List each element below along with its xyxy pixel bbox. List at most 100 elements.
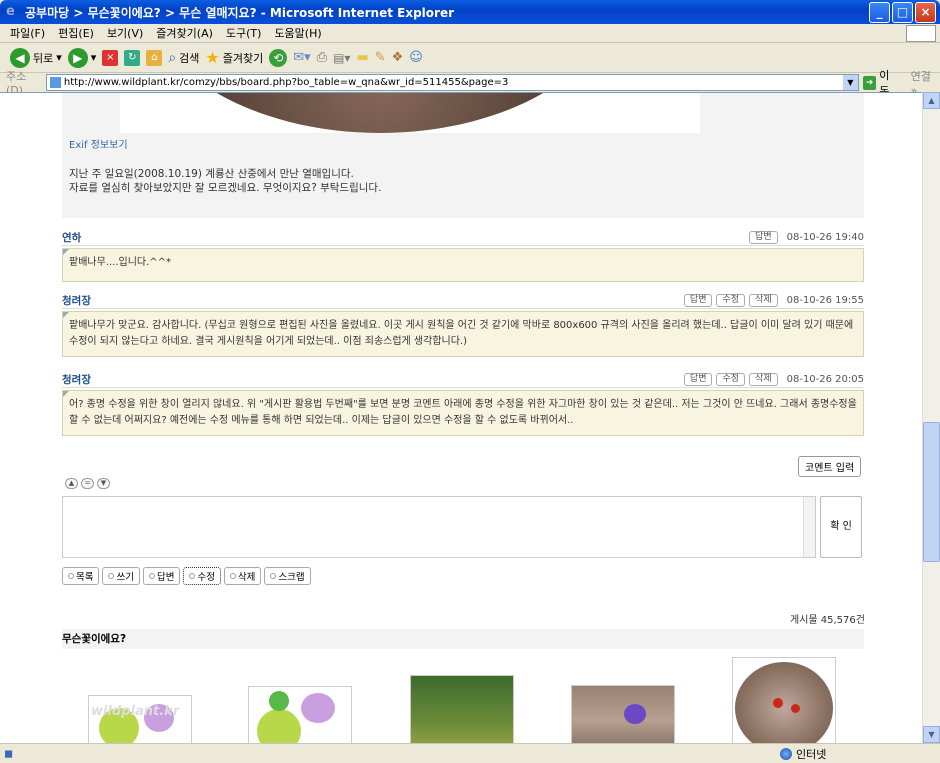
globe-icon	[780, 748, 792, 760]
window-title-bar: e 공부마당 > 무슨꽃이에요? > 무슨 열매지요? - Microsoft …	[0, 0, 940, 24]
edit-post-button[interactable]: 수정	[183, 567, 221, 585]
page-icon	[49, 77, 61, 88]
post-text: 지난 주 일요일(2008.10.19) 계룡산 산중에서 만난 열매입니다. …	[69, 167, 381, 195]
security-zone: 인터넷	[780, 746, 826, 762]
delete-button[interactable]: 삭제	[749, 294, 778, 307]
comment-author[interactable]: 연하	[62, 230, 81, 245]
page-status-icon: ◼	[4, 747, 14, 760]
page-scrollbar[interactable]: ▲ ▼	[922, 92, 940, 743]
minimize-button[interactable]: _	[869, 2, 890, 23]
address-input[interactable]: http://www.wildplant.kr/comzy/bbs/board.…	[45, 74, 859, 91]
go-arrow-icon: ➜	[862, 75, 877, 90]
home-icon[interactable]: ⌂	[146, 49, 163, 66]
post-line-2: 자료를 열심히 찾아보았지만 잘 모르겠네요. 무엇이지요? 부탁드립니다.	[69, 182, 382, 194]
textarea-scrollbar[interactable]	[803, 497, 815, 557]
comment-date: 08-10-26 19:40	[786, 232, 864, 243]
edit-button[interactable]: 수정	[716, 294, 746, 307]
search-icon: ⌕	[168, 49, 177, 66]
toolbar: ◀ 뒤로 ▾ ▶ ▾ × ↻ ⌂ ⌕ 검색 ★ 즐겨찾기 ⟲ ✉▾ ⎙ ▤▾ ▬…	[0, 43, 940, 73]
reply-button[interactable]: 답변	[749, 231, 778, 244]
folder-icon[interactable]: ▬	[356, 50, 368, 65]
search-button[interactable]: ⌕ 검색	[168, 50, 199, 66]
menu-file[interactable]: 파일(F)	[10, 25, 45, 41]
delete-button[interactable]: 삭제	[749, 373, 778, 386]
bullet-icon	[108, 573, 115, 579]
expand-icon[interactable]: ▼	[97, 478, 110, 489]
ie-icon: e	[6, 4, 15, 19]
comment-2: 청려장 답변 수정 삭제 08-10-26 19:55 팥배나무가 맞군요. 감…	[62, 293, 864, 357]
address-dropdown-icon[interactable]: ▼	[842, 75, 858, 90]
thumbnail-watermark: wildplant.kr	[91, 704, 180, 719]
research-icon[interactable]: ✎	[375, 50, 386, 65]
refresh-icon[interactable]: ↻	[124, 49, 141, 66]
bullet-icon	[148, 573, 155, 579]
delete-post-button[interactable]: 삭제	[223, 567, 262, 585]
maximize-button[interactable]: □	[892, 2, 913, 23]
mail-icon[interactable]: ✉▾	[293, 50, 310, 65]
reply-post-button[interactable]: 답변	[142, 567, 181, 585]
scroll-thumb[interactable]	[923, 422, 940, 562]
action-buttons: 목록 쓰기 답변 수정 삭제 스크랩	[62, 567, 311, 585]
thumbnail-4[interactable]	[571, 685, 675, 743]
menu-favorites[interactable]: 즐겨찾기(A)	[156, 25, 213, 41]
thumbnail-5[interactable]	[732, 657, 836, 743]
reset-icon[interactable]: =	[81, 478, 94, 489]
favorites-button[interactable]: ★ 즐겨찾기	[205, 48, 263, 67]
post-photo	[120, 93, 700, 133]
reply-button[interactable]: 답변	[683, 294, 713, 307]
comment-date: 08-10-26 19:55	[786, 295, 864, 306]
back-arrow-icon: ◀	[10, 47, 30, 68]
bullet-icon	[189, 573, 196, 579]
exif-link[interactable]: Exif 정보보기	[69, 136, 128, 151]
print-icon[interactable]: ⎙	[317, 50, 327, 65]
comment-input-button[interactable]: 코멘트 입력	[798, 456, 862, 477]
comment-date: 08-10-26 20:05	[786, 374, 864, 385]
messenger-icon[interactable]: ❖	[392, 50, 404, 65]
address-url: http://www.wildplant.kr/comzy/bbs/board.…	[63, 77, 509, 88]
menu-edit[interactable]: 편집(E)	[58, 25, 94, 41]
thumbnail-3[interactable]	[410, 675, 514, 743]
thumbnail-2[interactable]	[248, 686, 352, 743]
reply-button[interactable]: 답변	[683, 373, 713, 386]
comment-body: 팥배나무....입니다.^^*	[62, 248, 864, 282]
forward-arrow-icon: ▶	[67, 47, 88, 68]
confirm-button[interactable]: 확 인	[820, 496, 862, 558]
bullet-icon	[229, 573, 236, 579]
list-button[interactable]: 목록	[62, 567, 100, 585]
window-title: 공부마당 > 무슨꽃이에요? > 무슨 열매지요? - Microsoft In…	[25, 5, 455, 20]
scroll-up-icon[interactable]: ▲	[923, 92, 940, 109]
menu-help[interactable]: 도움말(H)	[274, 25, 321, 41]
menu-tools[interactable]: 도구(T)	[226, 25, 262, 41]
post-count: 게시물 45,576건	[790, 615, 865, 626]
contacts-icon[interactable]: ☺	[409, 50, 423, 65]
history-icon[interactable]: ⟲	[269, 48, 288, 67]
menu-bar: 파일(F) 편집(E) 보기(V) 즐겨찾기(A) 도구(T) 도움말(H)	[0, 24, 940, 43]
bullet-icon	[270, 573, 277, 579]
back-button[interactable]: ◀ 뒤로 ▾	[10, 47, 62, 68]
scroll-down-icon[interactable]: ▼	[923, 726, 940, 743]
comment-1: 연하 답변 08-10-26 19:40 팥배나무....입니다.^^*	[62, 230, 864, 282]
address-bar: 주소(D) http://www.wildplant.kr/comzy/bbs/…	[0, 69, 940, 98]
stop-icon[interactable]: ×	[102, 49, 119, 66]
comment-3: 청려장 답변 수정 삭제 08-10-26 20:05 어? 종명 수정을 위한…	[62, 372, 864, 436]
shrink-icon[interactable]: ▲	[65, 478, 78, 489]
comment-textarea[interactable]	[62, 496, 816, 558]
thumbnail-strip: wildplant.kr	[62, 655, 864, 743]
menu-view[interactable]: 보기(V)	[107, 25, 143, 41]
forward-button[interactable]: ▶ ▾	[67, 47, 96, 68]
thumbnail-1[interactable]: wildplant.kr	[88, 695, 192, 743]
comment-body: 팥배나무가 맞군요. 감사합니다. (무십코 원형으로 편집된 사진을 올렸네요…	[62, 311, 864, 357]
star-icon: ★	[205, 48, 220, 67]
close-button[interactable]: ×	[915, 2, 936, 23]
write-button[interactable]: 쓰기	[102, 567, 140, 585]
comment-author[interactable]: 청려장	[62, 372, 91, 387]
edit-icon[interactable]: ▤▾	[333, 51, 350, 65]
edit-button[interactable]: 수정	[716, 373, 746, 386]
section-title: 무슨꽃이에요?	[62, 629, 864, 649]
windows-logo-icon	[906, 25, 936, 42]
bullet-icon	[68, 573, 74, 579]
comment-author[interactable]: 청려장	[62, 293, 91, 308]
textarea-resizers: ▲ = ▼	[65, 478, 110, 489]
page-viewport: Exif 정보보기 지난 주 일요일(2008.10.19) 계룡산 산중에서 …	[0, 92, 922, 743]
scrap-button[interactable]: 스크랩	[264, 567, 311, 585]
